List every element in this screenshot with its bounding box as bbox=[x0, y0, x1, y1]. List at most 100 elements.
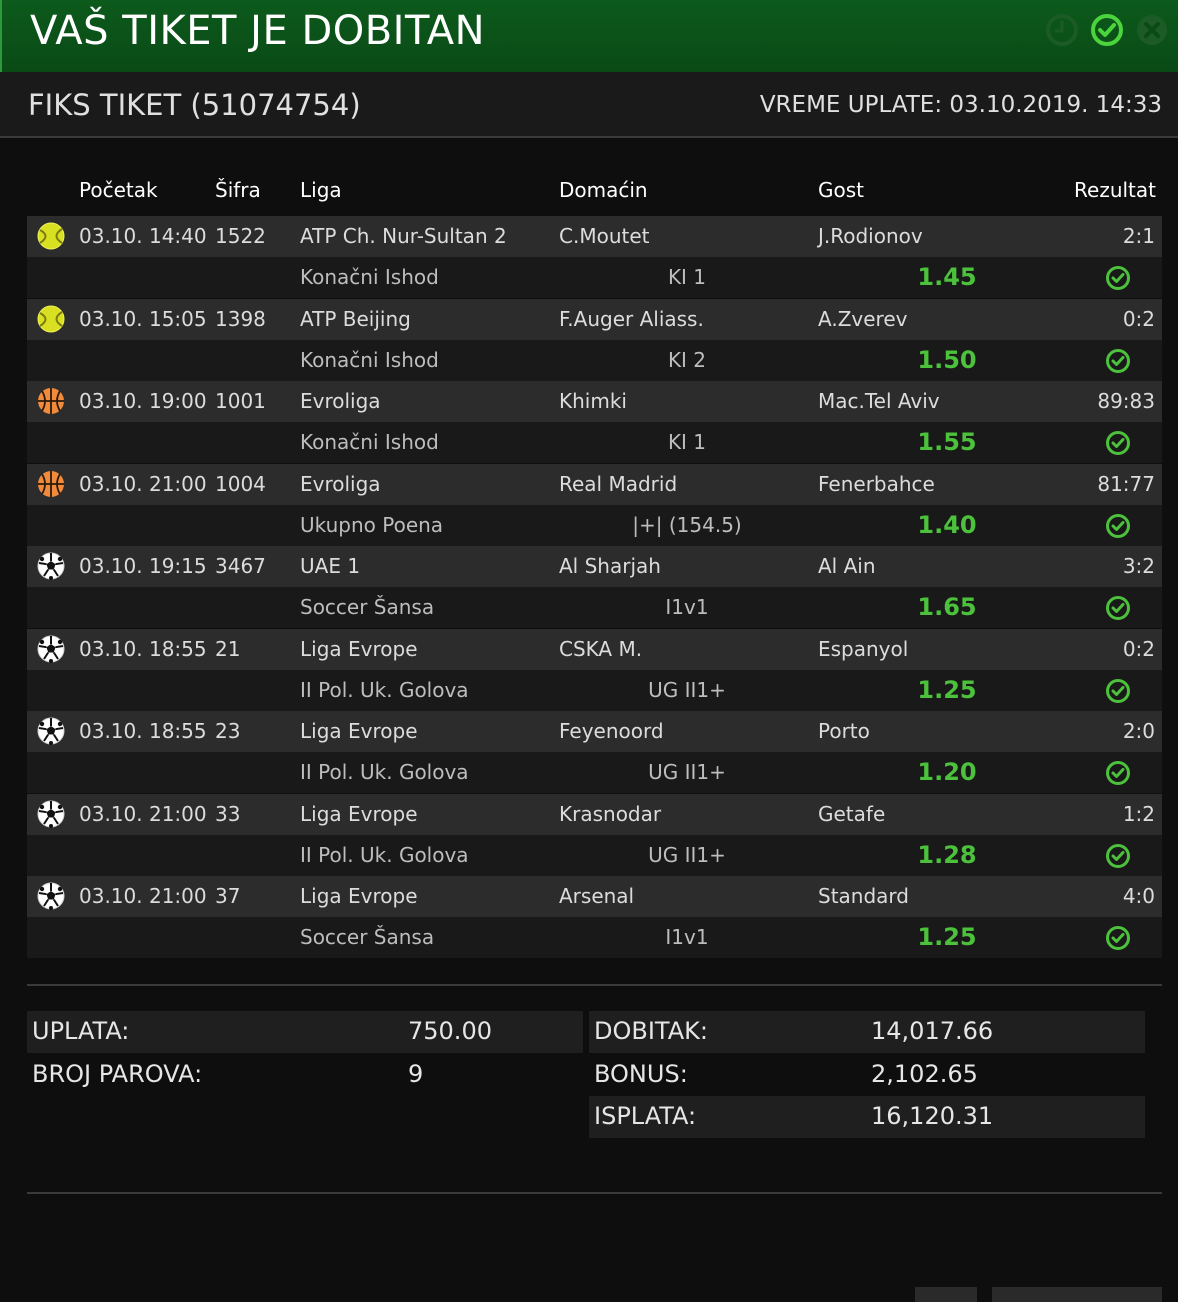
pairs-value: 9 bbox=[408, 1060, 424, 1088]
bet-row[interactable]: II Pol. Uk. Golova UG II1+ 1.20 bbox=[27, 752, 1162, 793]
bet-odd: 1.25 bbox=[917, 676, 977, 704]
match-row[interactable]: 03.10. 14:40 1522 ATP Ch. Nur-Sultan 2 C.Mo… bbox=[27, 216, 1162, 257]
bonus-label: BONUS: bbox=[594, 1060, 688, 1088]
soccer-icon bbox=[36, 551, 66, 581]
bet-pick: UG II1+ bbox=[648, 678, 726, 702]
bet-row[interactable]: II Pol. Uk. Golova UG II1+ 1.25 bbox=[27, 670, 1162, 711]
bet-pick: KI 1 bbox=[667, 265, 707, 289]
bet-row[interactable]: Ukupno Poena |+| (154.5) 1.40 bbox=[27, 505, 1162, 546]
bet-market: Konačni Ishod bbox=[300, 265, 439, 289]
bet-pick: I1v1 bbox=[665, 595, 709, 619]
soccer-icon bbox=[36, 799, 66, 829]
basketball-icon bbox=[36, 469, 66, 499]
bonus-value: 2,102.65 bbox=[871, 1060, 978, 1088]
footer-button-small[interactable] bbox=[915, 1287, 977, 1302]
win-row: DOBITAK: 14,017.66 bbox=[589, 1011, 1145, 1053]
column-home: Domaćin bbox=[559, 178, 648, 202]
bet-pick: UG II1+ bbox=[648, 843, 726, 867]
payment-time: VREME UPLATE: 03.10.2019. 14:33 bbox=[759, 92, 1162, 118]
match-code: 23 bbox=[215, 719, 241, 743]
pairs-row: BROJ PAROVA: 9 bbox=[27, 1054, 583, 1096]
stake-row: UPLATA: 750.00 bbox=[27, 1011, 583, 1053]
bet-pick: |+| (154.5) bbox=[632, 513, 742, 537]
match-home: Al Sharjah bbox=[559, 554, 661, 578]
bet-odd: 1.28 bbox=[917, 841, 977, 869]
bet-row[interactable]: Konačni Ishod KI 2 1.50 bbox=[27, 340, 1162, 381]
match-code: 37 bbox=[215, 884, 241, 908]
bet-odd: 1.45 bbox=[917, 263, 977, 291]
check-circle-icon bbox=[1105, 513, 1131, 539]
match-row[interactable]: 03.10. 18:55 21 Liga Evrope CSKA M. Espanyol… bbox=[27, 629, 1162, 670]
column-start: Početak bbox=[79, 178, 158, 202]
match-row[interactable]: 03.10. 18:55 23 Liga Evrope Feyenoord Porto 2… bbox=[27, 711, 1162, 752]
check-circle-icon bbox=[1105, 348, 1131, 374]
match-home: Real Madrid bbox=[559, 472, 678, 496]
bet-row[interactable]: Konačni Ishod KI 1 1.55 bbox=[27, 422, 1162, 463]
check-circle-icon bbox=[1105, 760, 1131, 786]
match-row[interactable]: 03.10. 21:00 33 Liga Evrope Krasnodar Getafe… bbox=[27, 794, 1162, 835]
match-row[interactable]: 03.10. 15:05 1398 ATP Beijing F.Auger Alias… bbox=[27, 299, 1162, 340]
match-result: 81:77 bbox=[1097, 472, 1155, 496]
match-result: 3:2 bbox=[1122, 554, 1155, 578]
bet-market: Konačni Ishod bbox=[300, 430, 439, 454]
soccer-icon bbox=[36, 716, 66, 746]
summary-divider-bottom bbox=[27, 1192, 1162, 1194]
close-icon[interactable] bbox=[1135, 13, 1169, 47]
match-league: Liga Evrope bbox=[300, 802, 418, 826]
match-home: Arsenal bbox=[559, 884, 635, 908]
match-home: Feyenoord bbox=[559, 719, 664, 743]
basketball-icon bbox=[36, 386, 66, 416]
match-row[interactable]: 03.10. 19:00 1001 Evroliga Khimki Mac.Tel Av… bbox=[27, 381, 1162, 422]
bet-odd: 1.20 bbox=[917, 758, 977, 786]
bet-odd: 1.55 bbox=[917, 428, 977, 456]
win-label: DOBITAK: bbox=[594, 1017, 708, 1045]
match-away: Standard bbox=[818, 884, 909, 908]
match-code: 33 bbox=[215, 802, 241, 826]
match-away: Fenerbahce bbox=[818, 472, 935, 496]
match-code: 1001 bbox=[215, 389, 266, 413]
match-row[interactable]: 03.10. 21:00 1004 Evroliga Real Madrid Fener… bbox=[27, 464, 1162, 505]
tennis-icon bbox=[36, 221, 66, 251]
header-title: VAŠ TIKET JE DOBITAN bbox=[30, 8, 486, 54]
bet-row[interactable]: Soccer Šansa I1v1 1.25 bbox=[27, 917, 1162, 958]
pairs-label: BROJ PAROVA: bbox=[32, 1060, 203, 1088]
match-code: 3467 bbox=[215, 554, 266, 578]
bet-pick: KI 2 bbox=[667, 348, 707, 372]
match-league: ATP Beijing bbox=[300, 307, 411, 331]
match-row[interactable]: 03.10. 19:15 3467 UAE 1 Al Sharjah Al Ain 3:2 bbox=[27, 546, 1162, 587]
match-result: 2:0 bbox=[1122, 719, 1155, 743]
match-league: Liga Evrope bbox=[300, 884, 418, 908]
bet-row[interactable]: Konačni Ishod KI 1 1.45 bbox=[27, 257, 1162, 298]
match-home: Krasnodar bbox=[559, 802, 662, 826]
bet-market: II Pol. Uk. Golova bbox=[300, 678, 469, 702]
match-away: A.Zverev bbox=[818, 307, 908, 331]
result-header: VAŠ TIKET JE DOBITAN bbox=[0, 0, 1178, 72]
column-result: Rezultat bbox=[1074, 178, 1156, 202]
match-home: Khimki bbox=[559, 389, 627, 413]
match-start: 03.10. 21:00 bbox=[79, 472, 207, 496]
match-start: 03.10. 21:00 bbox=[79, 802, 207, 826]
bet-row[interactable]: II Pol. Uk. Golova UG II1+ 1.28 bbox=[27, 835, 1162, 876]
match-result: 4:0 bbox=[1122, 884, 1155, 908]
match-league: Evroliga bbox=[300, 472, 381, 496]
bet-market: Konačni Ishod bbox=[300, 348, 439, 372]
column-away: Gost bbox=[818, 178, 864, 202]
match-row[interactable]: 03.10. 21:00 37 Liga Evrope Arsenal Standard… bbox=[27, 876, 1162, 917]
match-away: Espanyol bbox=[818, 637, 909, 661]
match-home: F.Auger Aliass. bbox=[559, 307, 704, 331]
clock-icon[interactable] bbox=[1045, 13, 1079, 47]
match-league: Evroliga bbox=[300, 389, 381, 413]
bet-odd: 1.50 bbox=[917, 346, 977, 374]
tennis-icon bbox=[36, 304, 66, 334]
check-circle-icon bbox=[1105, 265, 1131, 291]
check-circle-icon[interactable] bbox=[1090, 13, 1124, 47]
bet-row[interactable]: Soccer Šansa I1v1 1.65 bbox=[27, 587, 1162, 628]
payout-value: 16,120.31 bbox=[871, 1102, 994, 1130]
footer-button-wide[interactable] bbox=[992, 1287, 1162, 1302]
payout-row: ISPLATA: 16,120.31 bbox=[589, 1096, 1145, 1138]
ticket-info-bar: FIKS TIKET (51074754) VREME UPLATE: 03.1… bbox=[0, 72, 1178, 138]
check-circle-icon bbox=[1105, 925, 1131, 951]
bonus-row: BONUS: 2,102.65 bbox=[589, 1054, 1145, 1096]
summary-divider-top bbox=[27, 984, 1162, 986]
match-code: 1004 bbox=[215, 472, 266, 496]
